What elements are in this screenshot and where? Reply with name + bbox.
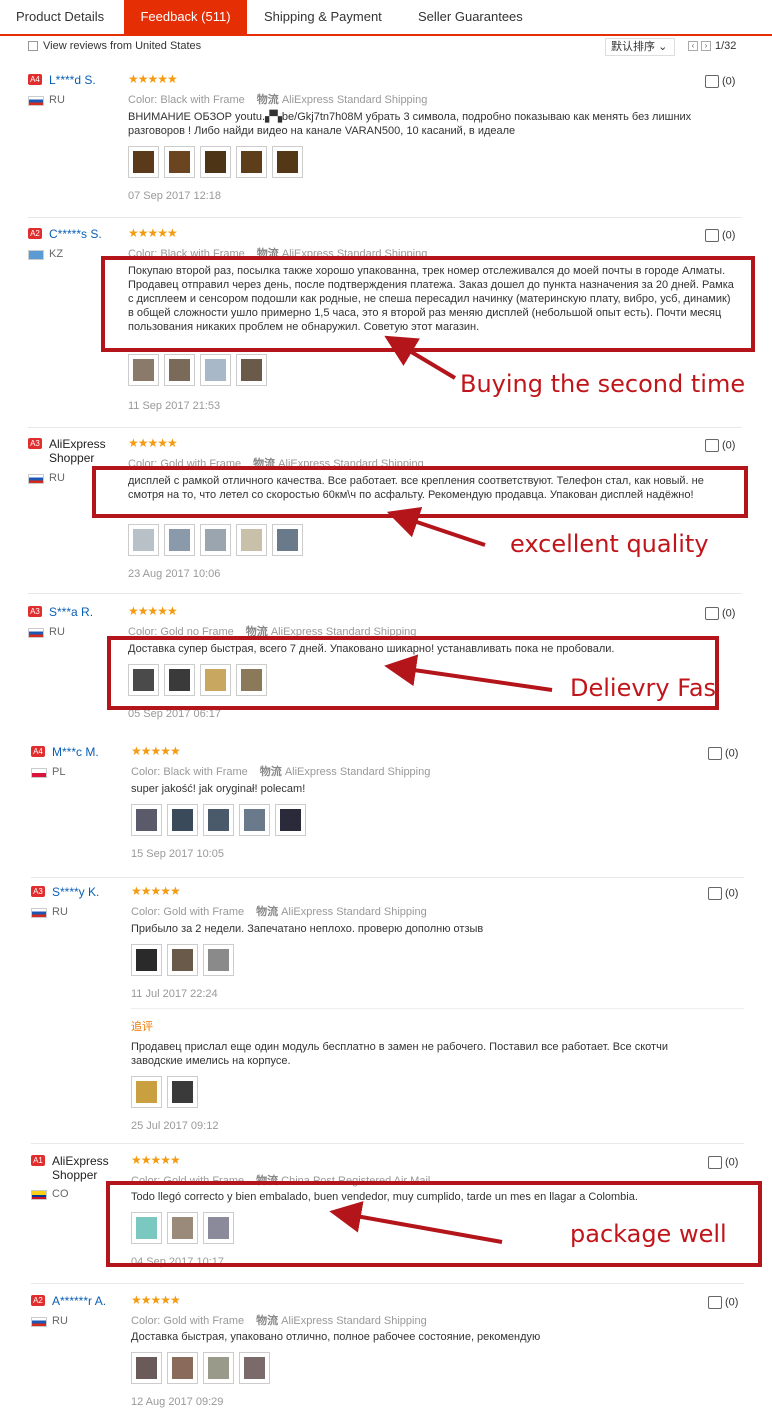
arrow-1: [384, 335, 457, 380]
arrow-4: [329, 1201, 503, 1244]
arrow-3: [384, 654, 553, 692]
annotation-arrows: [329, 335, 553, 1244]
arrow-2: [386, 506, 486, 547]
